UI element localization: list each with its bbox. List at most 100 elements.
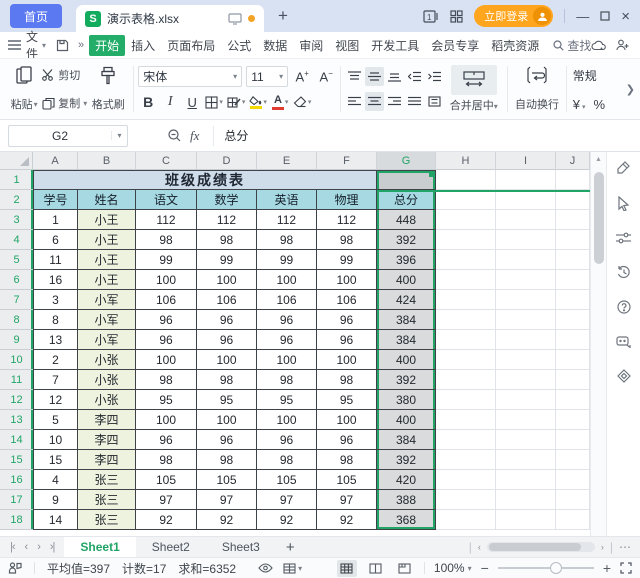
cell-H18[interactable] (436, 510, 496, 530)
cell-E13[interactable]: 100 (257, 410, 317, 430)
cell-D5[interactable]: 99 (197, 250, 257, 270)
percent-format-button[interactable]: % (593, 97, 605, 112)
cell-G15[interactable]: 392 (377, 450, 436, 470)
cell-H16[interactable] (436, 470, 496, 490)
cell-F2[interactable]: 物理 (317, 190, 377, 210)
cell-H8[interactable] (436, 310, 496, 330)
cell-D9[interactable]: 96 (197, 330, 257, 350)
cell-C16[interactable]: 105 (136, 470, 197, 490)
zoom-formula-icon[interactable] (168, 129, 181, 142)
row-header[interactable]: 9 (0, 330, 33, 350)
cell-J4[interactable] (556, 230, 590, 250)
increase-indent-icon[interactable] (425, 67, 444, 86)
cell-H14[interactable] (436, 430, 496, 450)
cell-D2[interactable]: 数学 (197, 190, 257, 210)
cell-H12[interactable] (436, 390, 496, 410)
cell-J2[interactable] (556, 190, 590, 210)
justify-icon[interactable] (405, 92, 424, 111)
cell-A3[interactable]: 1 (33, 210, 78, 230)
cell-J7[interactable] (556, 290, 590, 310)
cell-I16[interactable] (496, 470, 556, 490)
search-box[interactable]: 查找 (553, 37, 591, 54)
font-color-button[interactable]: A▾ (270, 92, 290, 112)
cell-F12[interactable]: 95 (317, 390, 377, 410)
cell-A18[interactable]: 14 (33, 510, 78, 530)
row-header[interactable]: 12 (0, 390, 33, 410)
copy-button[interactable]: 复制▾ (42, 95, 87, 111)
cell-F4[interactable]: 98 (317, 230, 377, 250)
cell-A2[interactable]: 学号 (33, 190, 78, 210)
minimize-button[interactable]: — (576, 10, 589, 23)
cell-E10[interactable]: 100 (257, 350, 317, 370)
cell-H15[interactable] (436, 450, 496, 470)
scroll-up-icon[interactable]: ▲ (591, 152, 606, 163)
adjust-settings-icon[interactable] (616, 232, 631, 244)
row-header[interactable]: 13 (0, 410, 33, 430)
cell-J9[interactable] (556, 330, 590, 350)
row-header[interactable]: 16 (0, 470, 33, 490)
cell-F6[interactable]: 100 (317, 270, 377, 290)
sheetbar-more-icon[interactable]: ⋯ (619, 540, 632, 554)
apps-grid-icon[interactable] (450, 10, 463, 23)
cell-E6[interactable]: 100 (257, 270, 317, 290)
bold-button[interactable]: B (138, 92, 158, 112)
col-header-E[interactable]: E (257, 152, 317, 170)
first-sheet-icon[interactable]: |‹ (10, 541, 15, 553)
cell-I14[interactable] (496, 430, 556, 450)
cell-F5[interactable]: 99 (317, 250, 377, 270)
tab-formulas[interactable]: 公式 (221, 35, 257, 56)
col-header-A[interactable]: A (33, 152, 78, 170)
cell-J13[interactable] (556, 410, 590, 430)
cell-B18[interactable]: 张三 (78, 510, 136, 530)
document-tab[interactable]: S 演示表格.xlsx (76, 5, 264, 32)
align-bottom-icon[interactable] (385, 67, 404, 86)
cell-G1[interactable] (377, 170, 436, 190)
zoom-out-button[interactable]: − (481, 560, 489, 576)
tab-docer-resources[interactable]: 稻壳资源 (485, 35, 545, 56)
cell-J16[interactable] (556, 470, 590, 490)
col-header-B[interactable]: B (78, 152, 136, 170)
cell-E18[interactable]: 92 (257, 510, 317, 530)
cell-A10[interactable]: 2 (33, 350, 78, 370)
cell-J10[interactable] (556, 350, 590, 370)
col-header-F[interactable]: F (317, 152, 377, 170)
cell-I9[interactable] (496, 330, 556, 350)
cell-C3[interactable]: 112 (136, 210, 197, 230)
horizontal-scroll-thumb[interactable] (489, 543, 581, 551)
cell-D8[interactable]: 96 (197, 310, 257, 330)
row-header[interactable]: 7 (0, 290, 33, 310)
cell-B16[interactable]: 张三 (78, 470, 136, 490)
cell-G12[interactable]: 380 (377, 390, 436, 410)
more-quick-actions-icon[interactable]: » (78, 39, 84, 51)
tab-page-layout[interactable]: 页面布局 (161, 35, 221, 56)
cell-F14[interactable]: 96 (317, 430, 377, 450)
maximize-button[interactable] (600, 11, 610, 21)
cell-B4[interactable]: 小王 (78, 230, 136, 250)
cell-I3[interactable] (496, 210, 556, 230)
cell-F13[interactable]: 100 (317, 410, 377, 430)
cell-H5[interactable] (436, 250, 496, 270)
cell-A6[interactable]: 16 (33, 270, 78, 290)
sheet-tab-sheet3[interactable]: Sheet3 (206, 537, 276, 557)
cell-G5[interactable]: 396 (377, 250, 436, 270)
cell-J6[interactable] (556, 270, 590, 290)
cell-F7[interactable]: 106 (317, 290, 377, 310)
cell-G8[interactable]: 384 (377, 310, 436, 330)
next-sheet-icon[interactable]: › (37, 541, 40, 553)
cell-C8[interactable]: 96 (136, 310, 197, 330)
cell-D7[interactable]: 106 (197, 290, 257, 310)
font-size-select[interactable]: 11▾ (246, 66, 288, 87)
cell-D16[interactable]: 105 (197, 470, 257, 490)
cell-A9[interactable]: 13 (33, 330, 78, 350)
cell-D14[interactable]: 96 (197, 430, 257, 450)
cell-I4[interactable] (496, 230, 556, 250)
fullscreen-icon[interactable] (620, 562, 632, 574)
align-middle-icon[interactable] (365, 67, 384, 86)
cell-A7[interactable]: 3 (33, 290, 78, 310)
sheet-tab-sheet1[interactable]: Sheet1 (64, 537, 135, 557)
vertical-scrollbar[interactable]: ▲ (590, 152, 606, 536)
hamburger-menu-icon[interactable] (8, 40, 21, 50)
cell-A4[interactable]: 6 (33, 230, 78, 250)
cell-C12[interactable]: 95 (136, 390, 197, 410)
cell-E16[interactable]: 105 (257, 470, 317, 490)
